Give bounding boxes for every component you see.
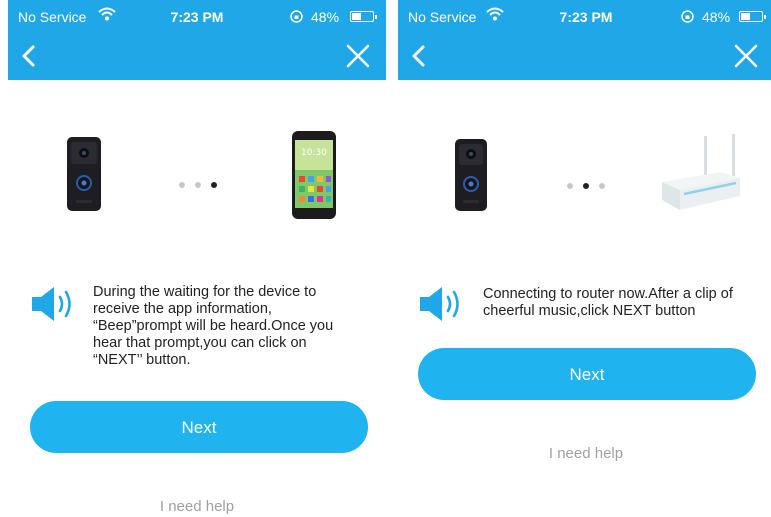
- page-dot-active: [211, 182, 217, 188]
- header: No Service 7:23 PM 48%: [8, 0, 386, 80]
- instruction-text: Connecting to router now.After a clip of…: [483, 286, 733, 319]
- battery-percent: 48%: [702, 9, 731, 25]
- rotation-lock-icon: [681, 10, 694, 23]
- battery-percent: 48%: [311, 9, 340, 25]
- screen-left: No Service 7:23 PM 48% 10:30 During the …: [8, 0, 386, 517]
- page-dot: [179, 182, 185, 188]
- doorbell-image: [455, 139, 487, 211]
- close-button[interactable]: [342, 40, 374, 72]
- header: No Service 7:23 PM 48%: [398, 0, 771, 80]
- speaker-icon: [420, 287, 459, 321]
- pairing-illustration: [398, 120, 771, 230]
- rotation-lock-icon: [290, 10, 303, 23]
- page-dot: [599, 183, 605, 189]
- back-button[interactable]: [14, 40, 46, 72]
- page-dot: [567, 183, 573, 189]
- screen-right: No Service 7:23 PM 48% Connecting to rou…: [398, 0, 771, 517]
- close-button[interactable]: [730, 40, 762, 72]
- pairing-illustration: 10:30: [8, 120, 386, 230]
- battery-icon: [350, 11, 377, 22]
- doorbell-image: [67, 137, 101, 211]
- next-button[interactable]: Next: [418, 348, 756, 400]
- battery-fill: [352, 13, 361, 20]
- back-button[interactable]: [404, 40, 436, 72]
- battery-icon: [739, 11, 766, 22]
- router-image: [662, 134, 740, 210]
- battery-fill: [741, 13, 750, 20]
- speaker-icon: [32, 287, 71, 321]
- status-bar: No Service 7:23 PM 48%: [398, 0, 771, 32]
- page-dot: [195, 182, 201, 188]
- svg-text:10:30: 10:30: [301, 148, 327, 158]
- need-help-link[interactable]: I need help: [8, 498, 386, 515]
- status-bar: No Service 7:23 PM 48%: [8, 0, 386, 32]
- smartphone-image: 10:30: [292, 131, 336, 219]
- page-dot-active: [583, 183, 589, 189]
- next-button[interactable]: Next: [30, 401, 368, 453]
- need-help-link[interactable]: I need help: [398, 445, 771, 462]
- instruction-text: During the waiting for the device to rec…: [93, 284, 334, 368]
